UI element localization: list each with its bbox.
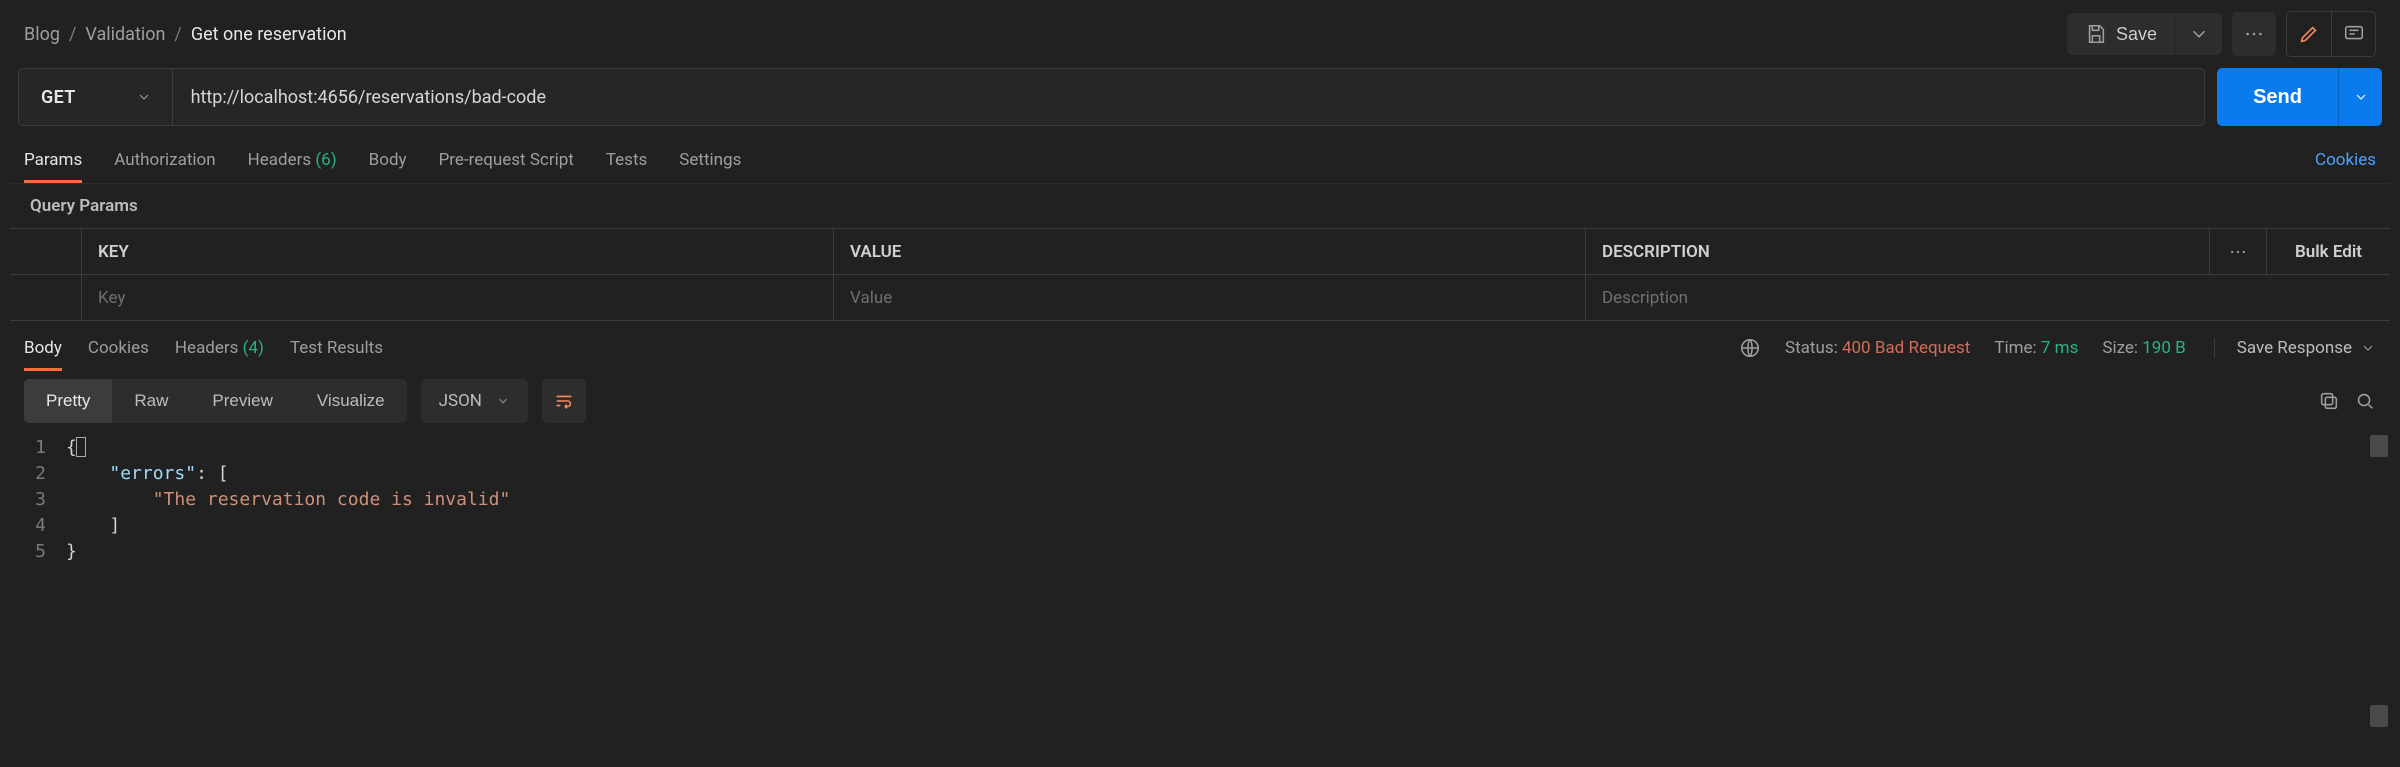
chevron-down-icon — [2360, 340, 2376, 356]
time-label: Time: — [1994, 338, 2036, 358]
save-response-button[interactable]: Save Response — [2214, 338, 2376, 358]
scrollbar-thumb[interactable] — [2370, 435, 2388, 457]
param-key-input[interactable] — [98, 288, 817, 308]
more-actions-button[interactable] — [2232, 12, 2276, 56]
wrap-icon — [553, 390, 575, 412]
search-icon — [2354, 390, 2376, 412]
response-status-bar: Status: 400 Bad Request Time: 7 ms Size:… — [1739, 337, 2376, 359]
response-tabs: Body Cookies Headers (4) Test Results — [24, 326, 383, 370]
view-visualize[interactable]: Visualize — [295, 379, 407, 423]
query-params-table: KEY VALUE DESCRIPTION Bulk Edit — [10, 228, 2390, 321]
tab-authorization[interactable]: Authorization — [114, 138, 215, 182]
table-row — [10, 275, 2390, 321]
send-button[interactable]: Send — [2217, 68, 2338, 126]
query-params-label: Query Params — [10, 184, 2390, 228]
param-desc-input[interactable] — [1602, 288, 2374, 308]
cookies-link[interactable]: Cookies — [2315, 150, 2376, 170]
response-body-code: { "errors": [ "The reservation code is i… — [10, 431, 2390, 767]
view-mode-toggle — [2286, 11, 2376, 57]
size-label: Size: — [2102, 338, 2138, 358]
edit-button[interactable] — [2287, 12, 2331, 56]
tab-params[interactable]: Params — [24, 138, 82, 182]
breadcrumb-sep: / — [174, 24, 181, 45]
comment-button[interactable] — [2331, 12, 2375, 56]
tab-response-headers[interactable]: Headers (4) — [175, 326, 264, 370]
copy-icon — [2318, 390, 2340, 412]
format-label: JSON — [439, 391, 482, 411]
save-icon — [2085, 23, 2107, 45]
tab-settings[interactable]: Settings — [679, 138, 741, 182]
column-key: KEY — [82, 229, 834, 274]
comment-icon — [2343, 23, 2365, 45]
pencil-icon — [2298, 23, 2320, 45]
chevron-down-icon — [136, 89, 152, 105]
send-button-group: Send — [2217, 68, 2382, 126]
status-message[interactable]: Bad Request — [1875, 338, 1971, 358]
line-gutter: 1 2 3 4 5 — [10, 435, 62, 565]
status-label: Status: — [1785, 338, 1838, 358]
view-preview[interactable]: Preview — [190, 379, 294, 423]
request-url-group: GET — [18, 68, 2205, 126]
tab-response-body[interactable]: Body — [24, 326, 62, 370]
param-value-input[interactable] — [850, 288, 1569, 308]
view-pretty[interactable]: Pretty — [24, 379, 112, 423]
breadcrumb-blog[interactable]: Blog — [24, 24, 60, 45]
tab-response-headers-label: Headers — [175, 338, 239, 358]
tab-response-cookies[interactable]: Cookies — [88, 326, 149, 370]
size-value[interactable]: 190 B — [2142, 338, 2185, 358]
format-select[interactable]: JSON — [421, 379, 528, 423]
drag-column — [10, 229, 82, 274]
request-url-input[interactable] — [173, 69, 2205, 125]
chevron-down-icon — [496, 394, 510, 408]
scrollbar-thumb[interactable] — [2370, 705, 2388, 727]
tab-test-results[interactable]: Test Results — [290, 326, 383, 370]
http-method-select[interactable]: GET — [19, 69, 173, 125]
save-button[interactable]: Save — [2067, 13, 2175, 55]
search-response-button[interactable] — [2354, 390, 2376, 412]
table-options-button[interactable] — [2210, 229, 2266, 274]
breadcrumb-current[interactable]: Get one reservation — [191, 24, 347, 45]
status-code[interactable]: 400 — [1842, 338, 1871, 358]
response-body-viewer[interactable]: 1 2 3 4 5 { "errors": [ "The reservation… — [10, 431, 2390, 767]
tab-tests[interactable]: Tests — [606, 138, 647, 182]
chevron-down-icon — [2188, 23, 2210, 45]
tab-headers-label: Headers — [248, 150, 312, 170]
save-response-label: Save Response — [2237, 338, 2352, 358]
wrap-lines-button[interactable] — [542, 379, 586, 423]
time-value[interactable]: 7 ms — [2041, 338, 2078, 358]
column-description: DESCRIPTION — [1586, 229, 2210, 274]
globe-icon[interactable] — [1739, 337, 1761, 359]
request-tabs: Params Authorization Headers (6) Body Pr… — [24, 138, 741, 182]
copy-response-button[interactable] — [2318, 390, 2340, 412]
table-header-row: KEY VALUE DESCRIPTION Bulk Edit — [10, 229, 2390, 275]
breadcrumb-sep: / — [69, 24, 76, 45]
tab-response-headers-count: (4) — [243, 338, 264, 358]
send-options-button[interactable] — [2338, 68, 2382, 126]
breadcrumb-validation[interactable]: Validation — [85, 24, 165, 45]
chevron-down-icon — [2353, 89, 2369, 105]
tab-headers[interactable]: Headers (6) — [248, 138, 337, 182]
http-method-label: GET — [41, 87, 76, 108]
view-raw[interactable]: Raw — [112, 379, 190, 423]
ellipsis-icon — [2228, 242, 2248, 262]
tab-headers-count: (6) — [315, 150, 336, 170]
drag-handle[interactable] — [10, 275, 82, 320]
tab-body[interactable]: Body — [369, 138, 407, 182]
view-mode-segment: Pretty Raw Preview Visualize — [24, 379, 407, 423]
save-button-group: Save — [2067, 13, 2222, 55]
save-options-button[interactable] — [2175, 13, 2222, 55]
save-label: Save — [2116, 24, 2157, 45]
bulk-edit-button[interactable]: Bulk Edit — [2266, 229, 2390, 274]
tab-prerequest[interactable]: Pre-request Script — [439, 138, 574, 182]
column-value: VALUE — [834, 229, 1586, 274]
ellipsis-icon — [2243, 23, 2265, 45]
breadcrumb: Blog / Validation / Get one reservation — [24, 24, 347, 45]
